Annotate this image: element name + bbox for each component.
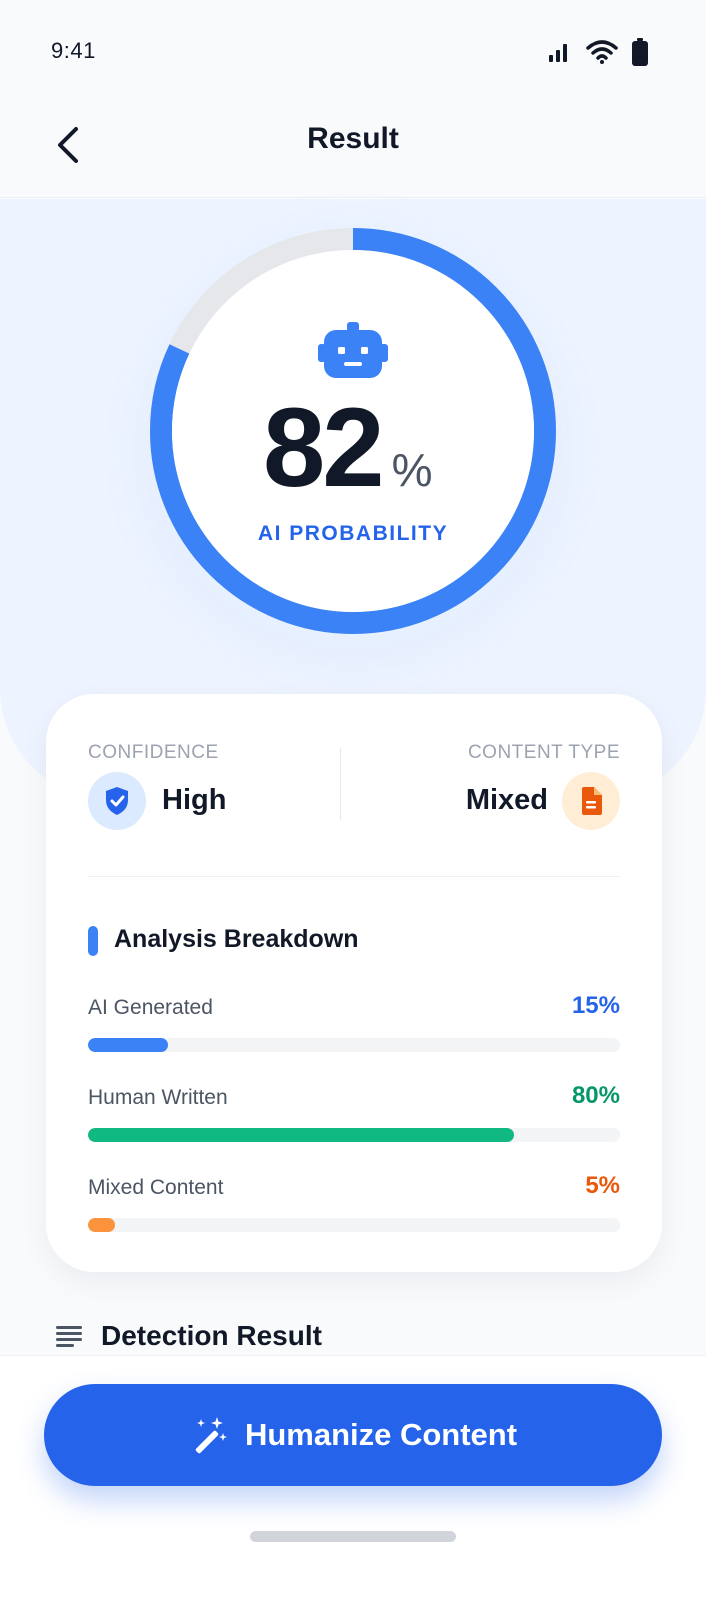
breakdown-label: Human Written: [88, 1086, 228, 1109]
card-divider: [88, 876, 620, 877]
breakdown-track: [88, 1038, 620, 1052]
status-icons: [548, 38, 648, 66]
document-icon: [582, 787, 602, 815]
breakdown-title: Analysis Breakdown: [114, 925, 359, 953]
breakdown-track: [88, 1128, 620, 1142]
battery-icon: [632, 38, 648, 66]
score-value: 82: [263, 385, 385, 510]
breakdown-value: 15%: [571, 992, 620, 1019]
nav-bar: Result: [0, 100, 706, 198]
signal-icon: [549, 44, 567, 62]
score-display: 82 %: [263, 392, 432, 504]
page-title: Result: [307, 122, 399, 155]
breakdown-fill: [88, 1038, 168, 1052]
detection-result-title: Detection Result: [101, 1320, 322, 1351]
content-type-value: Mixed: [465, 784, 548, 816]
breakdown-row-ai-generated: AI Generated 15%: [88, 992, 620, 1066]
humanize-content-label: Humanize Content: [244, 1417, 518, 1452]
score-label: AI PROBABILITY: [257, 522, 449, 545]
status-bar: 9:41: [0, 0, 706, 100]
breakdown-label: Mixed Content: [88, 1176, 224, 1199]
breakdown-label: AI Generated: [88, 996, 213, 1019]
confidence-badge: [88, 772, 146, 830]
breakdown-track: [88, 1218, 620, 1232]
analysis-card: CONFIDENCE High CONTENT TYPE Mixed Analy…: [46, 694, 662, 1272]
text-lines-icon: [56, 1326, 82, 1347]
confidence-value: High: [162, 784, 227, 816]
humanize-content-button[interactable]: Humanize Content: [44, 1384, 662, 1486]
breakdown-row-mixed-content: Mixed Content 5%: [88, 1172, 620, 1246]
content-type-badge: [562, 772, 620, 830]
breakdown-row-human-written: Human Written 80%: [88, 1082, 620, 1156]
shield-check-icon: [106, 787, 128, 815]
wifi-icon: [586, 40, 618, 64]
breakdown-fill: [88, 1218, 115, 1232]
breakdown-value: 80%: [571, 1082, 620, 1109]
status-time: 9:41: [51, 38, 96, 63]
content-type-label: CONTENT TYPE: [467, 742, 620, 763]
score-unit: %: [391, 444, 433, 496]
breakdown-accent: [88, 926, 98, 956]
home-indicator: [250, 1531, 456, 1542]
meta-divider: [340, 748, 341, 820]
breakdown-value: 5%: [585, 1172, 620, 1199]
robot-icon: [318, 322, 388, 378]
confidence-label: CONFIDENCE: [88, 742, 219, 763]
breakdown-fill: [88, 1128, 514, 1142]
magic-wand-icon: [195, 1417, 227, 1454]
